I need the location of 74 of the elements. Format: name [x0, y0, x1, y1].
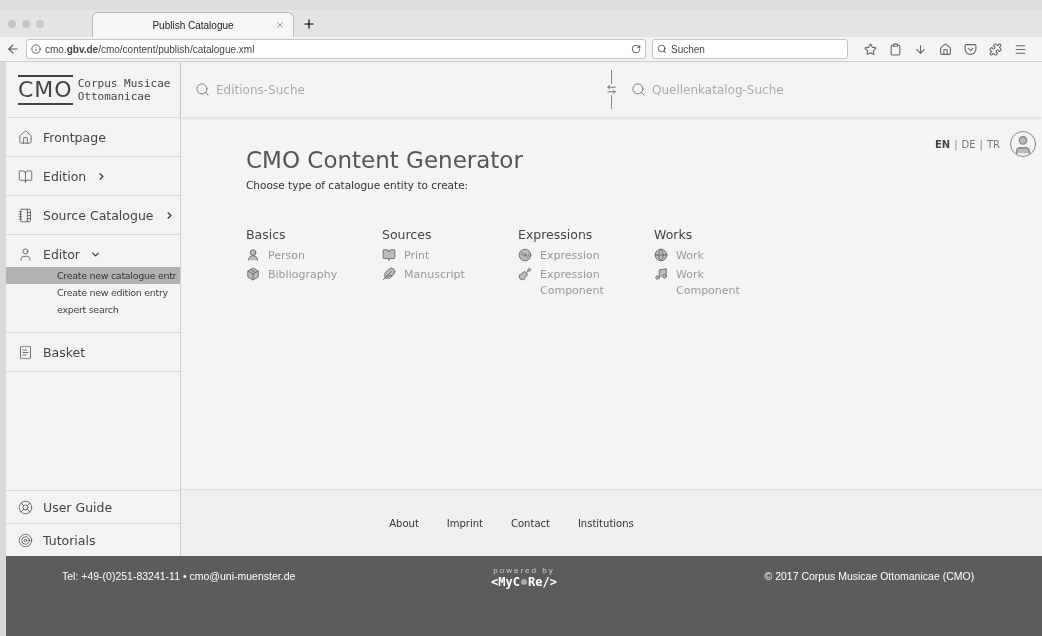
puzzle-icon[interactable] [989, 42, 1002, 56]
new-tab-icon[interactable] [302, 16, 316, 31]
notebook-icon [18, 207, 33, 223]
pocket-icon[interactable] [964, 42, 977, 56]
footer-link[interactable]: Imprint [446, 517, 483, 529]
book-icon [382, 248, 396, 262]
clipboard-icon[interactable] [889, 42, 902, 56]
sidebar-label: Basket [43, 344, 86, 360]
music-note-icon [654, 267, 668, 281]
person-icon [246, 248, 260, 262]
group-heading: Works [654, 227, 694, 242]
sidebar-item[interactable]: Edition [6, 157, 180, 196]
submenu-item[interactable]: Create new catalogue entr [6, 267, 180, 284]
language-link[interactable]: DE [961, 138, 976, 150]
search-icon [631, 82, 646, 97]
url-text: cmo.gbv.de/cmo/content/publish/catalogue.xml [45, 43, 256, 55]
open-book-icon [18, 168, 33, 184]
copyright-text: © 2017 Corpus Musicae Ottomanicae (CMO) [764, 570, 975, 582]
sidebar-label: Edition [43, 168, 87, 184]
group-heading: Sources [382, 227, 433, 242]
receipt-icon [18, 344, 33, 360]
sidebar-item[interactable]: User Guide [6, 490, 180, 523]
page-subtitle: Choose type of catalogue entity to create: [246, 179, 470, 191]
submenu-item[interactable]: expert search [6, 301, 180, 318]
sidebar-label: User Guide [43, 499, 113, 515]
feather-icon [382, 267, 396, 281]
sidebar-item[interactable]: Source Catalogue [6, 196, 180, 235]
sidebar-item[interactable]: Basket [6, 333, 180, 372]
sidebar-label: Tutorials [43, 532, 96, 548]
address-field[interactable]: cmo.gbv.de/cmo/content/publish/catalogue.xml [26, 39, 646, 59]
group-heading: Basics [246, 227, 287, 242]
dot-icon [520, 578, 528, 586]
sidebar-label: Frontpage [43, 129, 106, 145]
bookmark-star-icon[interactable] [864, 42, 877, 56]
footer-link[interactable]: Institutions [577, 517, 634, 529]
package-icon [246, 267, 260, 281]
window-close-dot[interactable] [8, 19, 16, 28]
reload-icon[interactable] [631, 44, 641, 54]
language-link[interactable]: EN [934, 138, 951, 150]
menu-icon[interactable] [1014, 42, 1027, 56]
search-icon [657, 44, 667, 54]
window-zoom-dot[interactable] [36, 19, 44, 28]
sidebar-label: Editor [43, 246, 80, 262]
target-icon [18, 532, 33, 548]
submenu-item[interactable]: Create new edition entry [6, 284, 180, 301]
language-link[interactable]: TR [986, 138, 1000, 150]
user-icon [18, 246, 33, 262]
back-icon[interactable] [6, 42, 20, 56]
footer-link[interactable]: About [389, 517, 419, 529]
home-icon[interactable] [939, 42, 952, 56]
swap-icon[interactable] [606, 84, 617, 95]
logo-text: Re/> [528, 575, 557, 589]
group-heading: Expressions [518, 227, 594, 242]
download-icon[interactable] [914, 42, 927, 56]
disc-icon [518, 248, 532, 262]
sidebar-item[interactable]: Frontpage [6, 118, 180, 157]
home-icon [18, 129, 33, 145]
close-icon[interactable] [275, 20, 285, 30]
search-icon [195, 82, 210, 97]
guitar-icon [518, 267, 532, 281]
powered-by-text: powered by [493, 566, 555, 575]
globe-icon [654, 248, 668, 262]
sidebar-label: Source Catalogue [43, 207, 154, 223]
contact-text: Tel: +49-(0)251-83241-11 • cmo@uni-muenster.de [62, 570, 296, 582]
separator: | [979, 138, 983, 150]
logo-text: <MyC [491, 575, 520, 589]
page-title: CMO Content Generator [246, 147, 524, 173]
footer-link[interactable]: Contact [511, 517, 550, 529]
info-icon [31, 44, 41, 54]
browser-search-field[interactable]: Suchen [652, 39, 848, 59]
browser-tab[interactable]: Publish Catalogue [92, 12, 294, 37]
lifebuoy-icon [18, 499, 33, 515]
window-minimize-dot[interactable] [22, 19, 30, 28]
separator: | [954, 138, 958, 150]
